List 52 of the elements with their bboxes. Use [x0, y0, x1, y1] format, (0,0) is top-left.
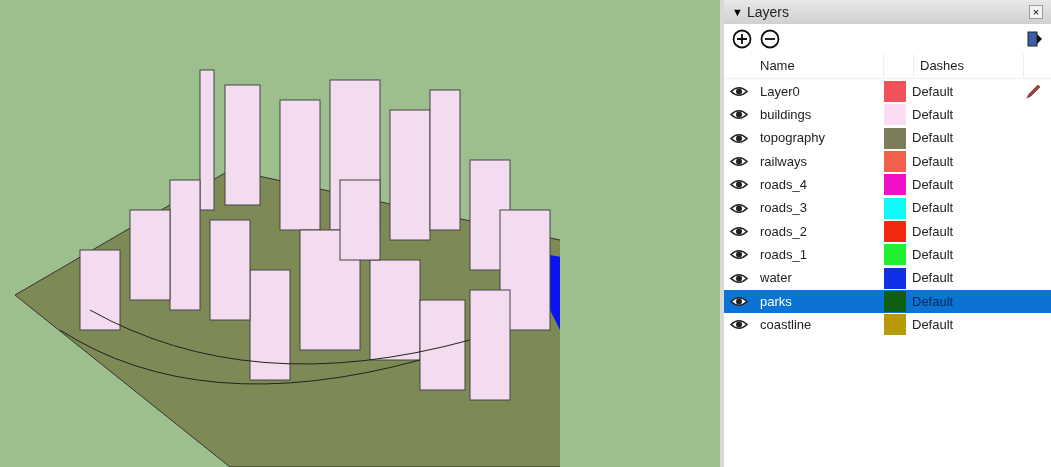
eye-icon[interactable] — [730, 225, 748, 237]
color-swatch[interactable] — [884, 81, 906, 103]
layer-name: roads_3 — [759, 199, 808, 218]
dashes-value[interactable]: Default — [908, 221, 1018, 242]
color-swatch[interactable] — [884, 220, 906, 242]
layer-name: Layer0 — [759, 82, 801, 101]
layer-name: roads_4 — [759, 176, 808, 195]
eye-icon[interactable] — [730, 249, 748, 261]
collapse-toggle[interactable]: ▼ — [732, 3, 743, 21]
dashes-value[interactable]: Default — [908, 128, 1018, 148]
layer-name: water — [759, 269, 793, 288]
layer-name: roads_2 — [759, 222, 808, 241]
eye-icon[interactable] — [730, 109, 748, 121]
color-swatch[interactable] — [884, 290, 906, 312]
dashes-value[interactable]: Default — [908, 105, 1018, 125]
eye-icon[interactable] — [730, 156, 748, 168]
layer-name: topography — [759, 129, 827, 148]
eye-icon[interactable] — [730, 319, 748, 331]
eye-icon[interactable] — [730, 272, 748, 284]
color-swatch[interactable] — [884, 197, 906, 219]
column-header[interactable]: Dashes — [914, 54, 1024, 78]
color-swatch[interactable] — [884, 244, 906, 266]
dashes-value[interactable]: Default — [908, 198, 1018, 218]
column-header[interactable]: Name — [754, 54, 884, 78]
layer-row[interactable]: parks Default — [724, 289, 1051, 313]
eye-icon[interactable] — [730, 202, 748, 214]
remove-icon[interactable] — [760, 29, 780, 49]
eye-icon[interactable] — [730, 295, 748, 307]
details-icon[interactable] — [1027, 30, 1043, 48]
dashes-value[interactable]: Default — [908, 151, 1018, 172]
dashes-value[interactable]: Default — [908, 175, 1018, 195]
layer-name: buildings — [759, 106, 813, 125]
dashes-value[interactable]: Default — [908, 268, 1018, 288]
color-swatch[interactable] — [884, 104, 906, 126]
panel-title: Layers — [746, 2, 790, 22]
dashes-value[interactable]: Default — [908, 81, 1018, 102]
layer-name: parks — [759, 292, 793, 311]
layer-name: coastline — [759, 315, 813, 334]
layer-name: roads_1 — [759, 245, 808, 264]
layer-name: railways — [759, 152, 808, 171]
eye-icon[interactable] — [730, 132, 748, 144]
color-swatch[interactable] — [884, 267, 906, 289]
color-swatch[interactable] — [884, 314, 906, 336]
color-swatch[interactable] — [884, 174, 906, 196]
dashes-value[interactable]: Default — [908, 314, 1018, 335]
color-swatch[interactable] — [884, 127, 906, 149]
dashes-value[interactable]: Default — [908, 244, 1018, 265]
close-button[interactable]: × — [1029, 5, 1043, 19]
add-icon[interactable] — [732, 29, 752, 49]
eye-icon[interactable] — [730, 179, 748, 191]
eye-icon[interactable] — [730, 86, 748, 98]
color-swatch[interactable] — [884, 151, 906, 173]
